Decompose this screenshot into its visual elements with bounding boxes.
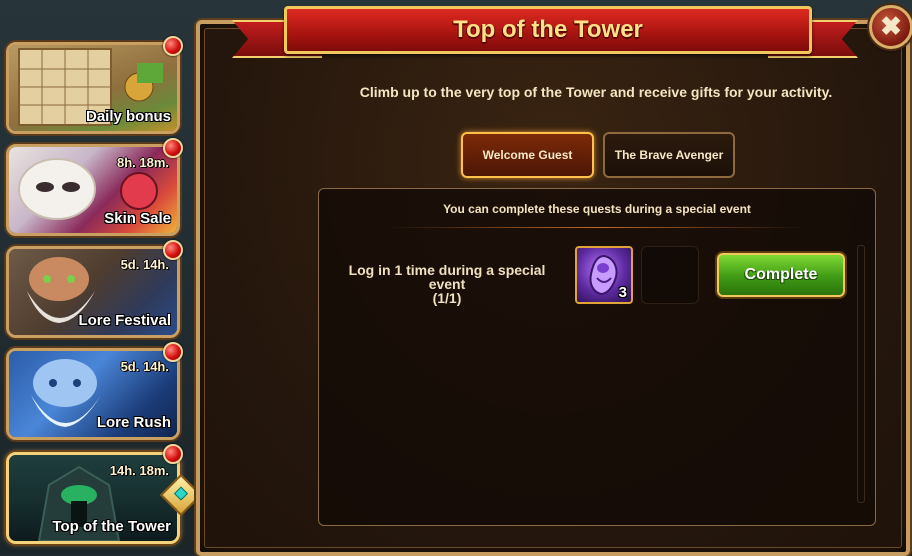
title-ribbon: Top of the Tower — [232, 4, 858, 60]
scrollbar[interactable] — [857, 245, 865, 503]
reward-item[interactable]: 3 — [575, 246, 633, 304]
tab-label: Welcome Guest — [482, 148, 573, 162]
sidebar-item-label: Top of the Tower — [52, 518, 171, 535]
soul-stone-icon — [589, 254, 618, 296]
sidebar-item-label: Lore Festival — [78, 312, 171, 329]
quest-description: Log in 1 time during a special event (1/… — [331, 263, 563, 305]
countdown-timer: 5d. 14h. — [120, 257, 169, 272]
tab-label: The Brave Avenger — [614, 148, 724, 162]
notification-dot — [163, 36, 183, 56]
countdown-timer: 5d. 14h. — [120, 359, 169, 374]
quest-list-panel: You can complete these quests during a s… — [318, 188, 876, 526]
close-button[interactable]: ✖ — [869, 5, 912, 49]
tab-welcome-guest[interactable]: Welcome Guest — [461, 132, 594, 178]
sidebar-item-lore-rush[interactable]: 5d. 14h. Lore Rush — [6, 348, 180, 440]
divider — [389, 227, 805, 228]
sidebar-item-lore-festival[interactable]: 5d. 14h. Lore Festival — [6, 246, 180, 338]
ribbon-banner: Top of the Tower — [284, 6, 812, 54]
reward-count: 3 — [618, 284, 627, 301]
page-title: Top of the Tower — [453, 16, 643, 43]
notification-dot — [163, 240, 183, 260]
event-description: Climb up to the very top of the Tower an… — [359, 84, 833, 100]
notification-dot — [163, 138, 183, 158]
sidebar-item-label: Skin Sale — [104, 210, 171, 227]
countdown-timer: 8h. 18m. — [116, 155, 169, 170]
empty-reward-slot — [641, 246, 699, 304]
tab-the-brave-avenger[interactable]: The Brave Avenger — [603, 132, 735, 178]
notification-dot — [163, 444, 183, 464]
countdown-timer: 14h. 18m. — [109, 463, 169, 478]
sidebar-item-daily-bonus[interactable]: Daily bonus — [6, 42, 180, 134]
sidebar-item-skin-sale[interactable]: 8h. 18m. Skin Sale — [6, 144, 180, 236]
close-icon: ✖ — [880, 11, 902, 41]
quest-note: You can complete these quests during a s… — [443, 202, 751, 216]
sidebar-item-label: Lore Rush — [96, 414, 171, 431]
notification-dot — [163, 342, 183, 362]
sidebar-item-top-of-the-tower[interactable]: 14h. 18m. Top of the Tower — [6, 452, 180, 544]
quest-title: Log in 1 time during a special event — [348, 262, 546, 292]
complete-button[interactable]: Complete — [717, 253, 845, 297]
sidebar-item-label: Daily bonus — [85, 108, 171, 125]
quest-progress: (1/1) — [432, 290, 462, 306]
